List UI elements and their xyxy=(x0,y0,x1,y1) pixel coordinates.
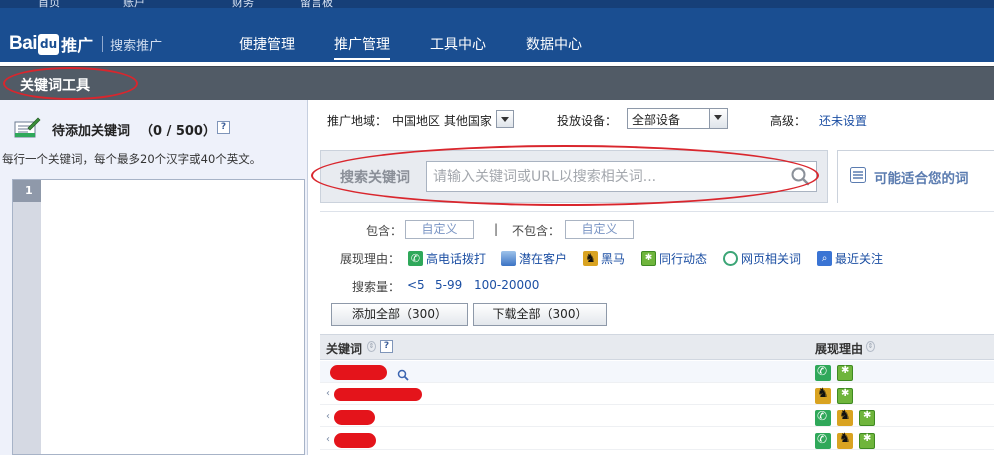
top-strip: 首页 账户 财务 留言板 xyxy=(0,0,994,10)
nav-quick-manage[interactable]: 便捷管理 xyxy=(239,34,295,54)
reason-dark-horse-label: 黑马 xyxy=(601,251,626,266)
top-item-finance[interactable]: 财务 xyxy=(232,0,254,10)
include-input[interactable]: 自定义 xyxy=(405,220,474,239)
add-all-button[interactable]: 添加全部（300） xyxy=(331,303,468,326)
suggest-tab-label[interactable]: 可能适合您的词 xyxy=(874,167,969,187)
volume-5-99[interactable]: 5-99 xyxy=(435,278,462,292)
edit-list-icon xyxy=(14,117,41,138)
table-header xyxy=(320,334,994,360)
help-icon[interactable]: ? xyxy=(217,121,230,134)
row-expand-icon[interactable]: ‹ xyxy=(326,388,330,399)
reason-web-related[interactable]: 网页相关词 xyxy=(723,250,801,266)
peer-activity-icon xyxy=(859,410,875,426)
advanced-settings-link[interactable]: 还未设置 xyxy=(819,112,867,129)
reason-peer-activity[interactable]: ✱ 同行动态 xyxy=(641,250,707,266)
pending-title: 待添加关键词 xyxy=(52,124,131,139)
top-item-messages[interactable]: 留言板 xyxy=(300,0,333,10)
dark-horse-icon xyxy=(815,386,831,404)
redacted-keyword xyxy=(334,388,422,401)
reason-peer-activity-label: 同行动态 xyxy=(659,251,708,266)
row-reason-icons xyxy=(815,431,875,449)
dark-horse-icon: ♞ xyxy=(583,250,598,266)
reason-dark-horse[interactable]: ♞ 黑马 xyxy=(583,250,625,266)
phone-icon: ✆ xyxy=(408,250,423,266)
table-row[interactable] xyxy=(320,405,994,427)
redacted-keyword xyxy=(330,365,387,380)
sort-icon[interactable]: ⇕ xyxy=(367,341,376,352)
exclude-input[interactable]: 自定义 xyxy=(565,220,634,239)
line-number: 1 xyxy=(13,180,41,202)
dark-horse-icon xyxy=(837,408,853,426)
nav-promotion-manage[interactable]: 推广管理 xyxy=(334,34,390,60)
volume-lt5[interactable]: <5 xyxy=(407,278,425,292)
row-reason-icons xyxy=(815,408,875,426)
pending-keywords-panel: 待添加关键词 （0 / 500） ? 每行一个关键词，每个最多20个汉字或40个… xyxy=(0,100,308,455)
region-label: 推广地域： xyxy=(327,114,388,128)
phone-icon xyxy=(815,432,831,449)
volume-100-20000[interactable]: 100-20000 xyxy=(474,278,539,292)
potential-customer-icon xyxy=(501,250,516,266)
row-expand-icon[interactable]: ‹ xyxy=(326,434,330,445)
web-related-icon xyxy=(723,250,738,266)
tool-title-bar: 关键词工具 xyxy=(0,66,994,100)
device-label: 投放设备： xyxy=(557,114,618,128)
pending-count: （0 / 500） xyxy=(140,124,216,139)
logo-product: 推广 xyxy=(61,36,94,55)
table-row[interactable] xyxy=(320,361,994,383)
include-label: 包含： xyxy=(366,224,403,238)
reason-potential-customer[interactable]: 潜在客户 xyxy=(501,250,567,266)
region-value: 中国地区 其他国家 xyxy=(392,114,492,128)
logo-divider xyxy=(102,36,104,52)
reason-recent-focus-label: 最近关注 xyxy=(835,251,884,266)
table-row[interactable] xyxy=(320,428,994,450)
line-number-gutter: 1 xyxy=(13,180,41,454)
region-dropdown-button[interactable] xyxy=(496,110,514,128)
volume-label: 搜索量： xyxy=(352,280,401,294)
baidu-logo[interactable]: Bai du 推广 搜索推广 xyxy=(9,33,162,55)
peer-activity-icon: ✱ xyxy=(641,250,656,266)
peer-activity-icon xyxy=(859,433,875,449)
phone-icon xyxy=(815,364,831,381)
row-expand-icon[interactable]: ‹ xyxy=(326,411,330,422)
annotation-circle-title xyxy=(3,67,138,100)
paw-icon: du xyxy=(38,33,60,55)
row-reason-icons xyxy=(815,386,853,404)
reason-web-related-label: 网页相关词 xyxy=(741,251,802,266)
logo-brand: Bai xyxy=(9,33,38,54)
filter-separator: | xyxy=(494,222,499,236)
search-icon[interactable] xyxy=(397,369,409,381)
list-icon xyxy=(850,167,866,183)
nav-data-center[interactable]: 数据中心 xyxy=(526,34,582,54)
reason-high-phone[interactable]: ✆ 高电话拨打 xyxy=(408,250,486,266)
nav-tool-center[interactable]: 工具中心 xyxy=(430,34,486,54)
top-item-account[interactable]: 账户 xyxy=(123,0,145,10)
logo-subtitle: 搜索推广 xyxy=(110,38,163,54)
top-item-home[interactable]: 首页 xyxy=(38,0,60,10)
peer-activity-icon xyxy=(837,388,853,404)
help-icon[interactable]: ? xyxy=(380,340,393,353)
pending-hint: 每行一个关键词，每个最多20个汉字或40个英文。 xyxy=(2,152,262,166)
phone-icon xyxy=(815,409,831,426)
chevron-down-icon[interactable] xyxy=(709,109,727,128)
dark-horse-icon xyxy=(837,431,853,449)
redacted-keyword xyxy=(334,410,375,425)
col-reason[interactable]: 展现理由 xyxy=(815,340,863,357)
exclude-label: 不包含： xyxy=(512,224,561,238)
recent-focus-icon: ⌕ xyxy=(817,250,832,266)
annotation-circle-search xyxy=(311,145,819,206)
pending-keywords-textarea[interactable]: 1 xyxy=(12,179,305,455)
download-all-button[interactable]: 下载全部（300） xyxy=(473,303,607,326)
advanced-label: 高级： xyxy=(770,114,807,128)
reason-recent-focus[interactable]: ⌕ 最近关注 xyxy=(817,250,883,266)
peer-activity-icon xyxy=(837,365,853,381)
sort-icon[interactable]: ⇕ xyxy=(866,341,875,352)
redacted-keyword xyxy=(334,433,376,448)
col-keyword[interactable]: 关键词 xyxy=(326,340,362,357)
row-reason-icons xyxy=(815,364,853,381)
top-header: 首页 账户 财务 留言板 Bai du 推广 搜索推广 便捷管理 推广管理 工具… xyxy=(0,0,994,66)
reason-high-phone-label: 高电话拨打 xyxy=(426,251,487,266)
reason-potential-customer-label: 潜在客户 xyxy=(519,251,568,266)
reason-label: 展现理由： xyxy=(340,252,401,266)
